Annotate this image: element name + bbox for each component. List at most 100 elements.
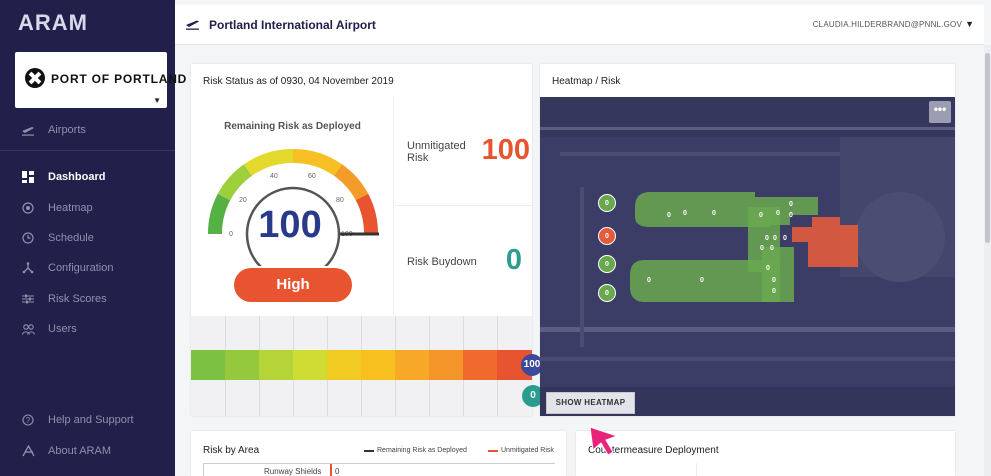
risk-buydown-value: 0 xyxy=(505,244,522,276)
sidebar-item-configuration[interactable]: Configuration xyxy=(0,255,175,281)
sidebar-item-schedule[interactable]: Schedule xyxy=(0,225,175,251)
sidebar-item-risk-scores[interactable]: Risk Scores xyxy=(0,286,175,312)
gauge-tick-label: 0 xyxy=(229,231,233,238)
user-menu[interactable]: CLAUDIA.HILDERBRAND@PNNL.GOV xyxy=(813,20,962,29)
port-of-portland-logo-icon xyxy=(25,68,45,88)
zone-label: 0 xyxy=(789,201,793,208)
strip-segment xyxy=(327,350,361,380)
mouse-cursor-icon xyxy=(589,426,619,456)
risk-by-area-card: Risk by Area Remaining Risk as Deployed … xyxy=(191,431,566,476)
risk-buydown-box: Risk Buydown 0 xyxy=(395,206,532,314)
strip-segment xyxy=(429,350,463,380)
sidebar-divider xyxy=(0,150,175,151)
legend-remaining: Remaining Risk as Deployed xyxy=(364,447,467,454)
organization-name: PORT OF PORTLAND xyxy=(51,72,188,86)
risk-status-title: Risk Status as of 0930, 04 November 2019 xyxy=(203,76,394,87)
gauge-value: 100 xyxy=(258,204,322,246)
zone-label: 0 xyxy=(700,277,704,284)
sidebar-item-label: Risk Scores xyxy=(48,293,107,305)
caret-down-icon[interactable]: ▼ xyxy=(965,19,974,29)
sidebar-item-label: Configuration xyxy=(48,262,114,274)
zone-label: 0 xyxy=(789,212,793,219)
sliders-icon xyxy=(21,292,35,306)
strip-segment xyxy=(293,350,327,380)
sidebar-item-label: Heatmap xyxy=(48,202,93,214)
zone-label: 0 xyxy=(759,212,763,219)
sidebar-item-label: About ARAM xyxy=(48,445,111,457)
zone-label: 0 xyxy=(770,245,774,252)
risk-status-card: Risk Status as of 0930, 04 November 2019… xyxy=(191,64,544,416)
scroll-thumb[interactable] xyxy=(985,53,990,243)
zone-label: 0 xyxy=(776,210,780,217)
legend-label: Unmitigated Risk xyxy=(501,447,554,454)
sidebar-item-about[interactable]: About ARAM xyxy=(0,438,175,464)
legend-swatch xyxy=(364,449,374,452)
aram-mark-icon xyxy=(21,444,35,458)
gauge-panel: Remaining Risk as Deployed 0 20 40 60 80… xyxy=(191,96,394,314)
legend-label: Remaining Risk as Deployed xyxy=(377,447,467,454)
legend-swatch xyxy=(488,449,498,452)
gauge-tick-label: 60 xyxy=(308,173,316,180)
sidebar: ARAM PORT OF PORTLAND ▼ Airports Dashboa… xyxy=(0,0,186,476)
risk-strip: 100 0 xyxy=(191,316,544,416)
zone-marker[interactable]: 0 xyxy=(598,194,616,212)
caret-down-icon: ▼ xyxy=(153,96,161,105)
sidebar-item-users[interactable]: Users xyxy=(0,316,175,342)
airport-heatmap[interactable]: 0 0 0 0 0 0 0 0 0 0 0 0 0 0 0 0 0 0 0 0 … xyxy=(540,97,955,416)
users-icon xyxy=(21,322,35,336)
plane-takeoff-icon xyxy=(185,17,200,33)
unmitigated-risk-value: 100 xyxy=(481,134,530,166)
risk-by-area-chart: Runway Shields 0 xyxy=(203,463,555,476)
sidebar-item-label: Airports xyxy=(48,124,86,136)
strip-segment xyxy=(463,350,497,380)
svg-text:?: ? xyxy=(26,416,31,425)
top-bar: Portland International Airport CLAUDIA.H… xyxy=(175,5,984,45)
risk-level-badge: High xyxy=(234,268,352,302)
heatmap-title: Heatmap / Risk xyxy=(552,76,621,87)
more-options-button[interactable]: ••• xyxy=(929,101,951,123)
strip-segment xyxy=(395,350,429,380)
sidebar-item-dashboard[interactable]: Dashboard xyxy=(0,164,175,190)
plane-takeoff-icon xyxy=(21,123,35,137)
sidebar-item-heatmap[interactable]: Heatmap xyxy=(0,195,175,221)
strip-segment xyxy=(361,350,395,380)
gauge-tick-label: 20 xyxy=(239,197,247,204)
area-row-label: Runway Shields xyxy=(264,467,322,476)
zone-label: 0 xyxy=(772,288,776,295)
zone-label: 0 xyxy=(783,235,787,242)
zone-label: 0 xyxy=(667,212,671,219)
countermeasure-deployment-card: Countermeasure Deployment xyxy=(576,431,955,476)
scrollbar[interactable] xyxy=(984,45,991,476)
heatmap-card: Heatmap / Risk 0 0 0 0 0 0 0 0 0 0 0 0 0… xyxy=(540,64,955,416)
sidebar-item-airports[interactable]: Airports xyxy=(0,117,175,143)
legend-unmitigated: Unmitigated Risk xyxy=(488,447,554,454)
organization-selector[interactable]: PORT OF PORTLAND ▼ xyxy=(15,52,186,108)
dashboard-icon xyxy=(21,170,35,184)
zone-label: 0 xyxy=(712,210,716,217)
gauge-tick-label: 40 xyxy=(270,173,278,180)
risk-by-area-title: Risk by Area xyxy=(203,445,260,456)
zone-marker-high[interactable]: 0 xyxy=(598,227,616,245)
zone-label: 0 xyxy=(772,277,776,284)
gauge-tick-label: 80 xyxy=(336,197,344,204)
help-icon: ? xyxy=(21,413,35,427)
zone-label: 0 xyxy=(683,210,687,217)
area-row-value: 0 xyxy=(335,467,340,476)
show-heatmap-button[interactable]: SHOW HEATMAP xyxy=(546,392,635,414)
zone-label: 0 xyxy=(766,265,770,272)
zone-label: 0 xyxy=(765,235,769,242)
strip-segment xyxy=(259,350,293,380)
deploy-divider xyxy=(696,463,697,476)
sidebar-item-label: Users xyxy=(48,323,77,335)
zone-marker[interactable]: 0 xyxy=(598,255,616,273)
sidebar-item-help[interactable]: ? Help and Support xyxy=(0,407,175,433)
page-title: Portland International Airport xyxy=(209,18,376,32)
unmitigated-risk-box: Unmitigated Risk 100 xyxy=(395,96,532,206)
zone-label: 0 xyxy=(760,245,764,252)
clock-icon xyxy=(21,231,35,245)
sidebar-item-label: Help and Support xyxy=(48,414,134,426)
risk-buydown-label: Risk Buydown xyxy=(407,256,477,268)
sidebar-item-label: Schedule xyxy=(48,232,94,244)
sidebar-item-label: Dashboard xyxy=(48,171,106,183)
zone-marker[interactable]: 0 xyxy=(598,284,616,302)
